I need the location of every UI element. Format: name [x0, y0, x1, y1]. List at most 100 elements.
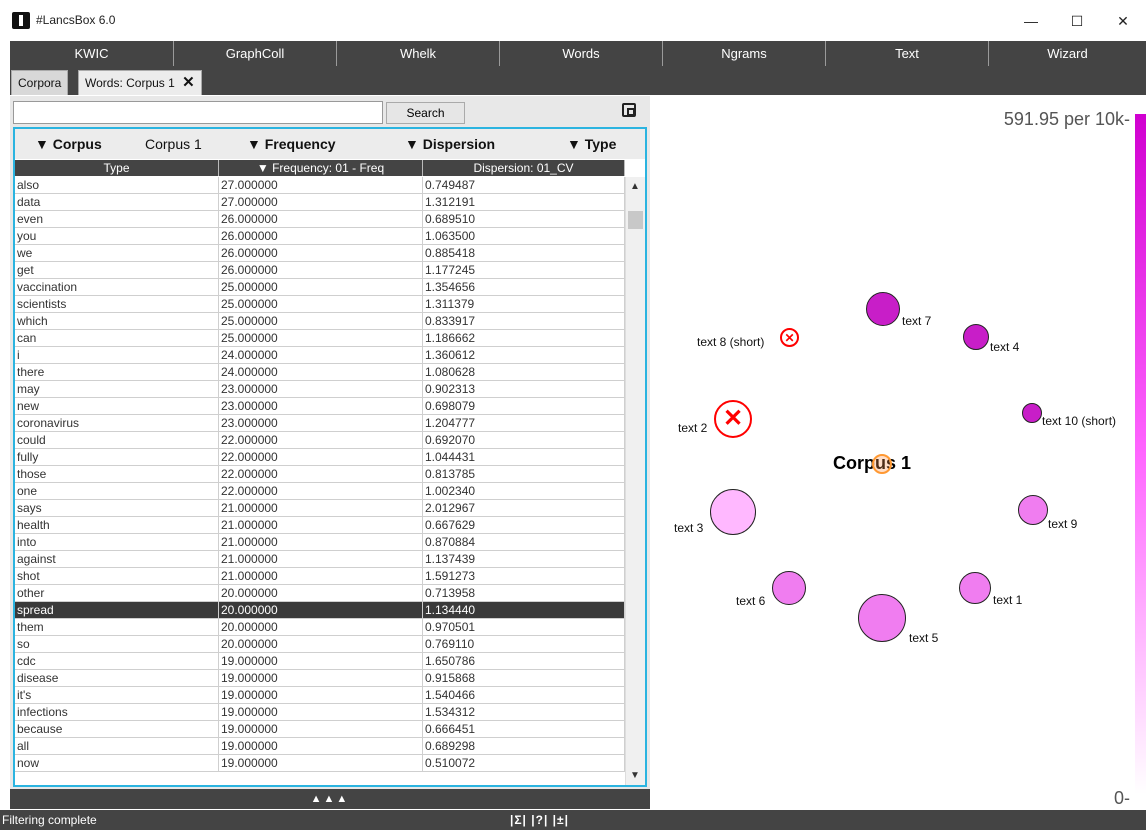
search-input[interactable]	[13, 101, 383, 124]
collapse-bar[interactable]: ▲▲▲	[10, 789, 650, 809]
table-row[interactable]: scientists 25.000000 1.311379	[15, 296, 625, 313]
menu-text[interactable]: Text	[826, 41, 989, 66]
table-row[interactable]: them 20.000000 0.970501	[15, 619, 625, 636]
frequency-cell: 20.000000	[219, 602, 423, 618]
table-row[interactable]: coronavirus 23.000000 1.204777	[15, 415, 625, 432]
table-row[interactable]: now 19.000000 0.510072	[15, 755, 625, 772]
table-header: Type ▼ Frequency: 01 - Freq Dispersion: …	[15, 160, 625, 176]
dispersion-cell: 0.870884	[423, 534, 625, 550]
text-node[interactable]	[858, 594, 906, 642]
corpus-filter-dropdown[interactable]: ▼ Corpus	[35, 136, 102, 152]
table-row[interactable]: could 22.000000 0.692070	[15, 432, 625, 449]
type-cell: it's	[15, 687, 219, 703]
text-node[interactable]	[1022, 403, 1042, 423]
type-cell: so	[15, 636, 219, 652]
table-row[interactable]: against 21.000000 1.137439	[15, 551, 625, 568]
table-row[interactable]: vaccination 25.000000 1.354656	[15, 279, 625, 296]
table-row[interactable]: those 22.000000 0.813785	[15, 466, 625, 483]
close-window-button[interactable]: ✕	[1100, 6, 1146, 36]
title-bar: #LancsBox 6.0 — ☐ ✕	[0, 0, 1146, 40]
frequency-cell: 27.000000	[219, 177, 423, 193]
table-row[interactable]: cdc 19.000000 1.650786	[15, 653, 625, 670]
scroll-down-icon[interactable]: ▼	[630, 770, 640, 781]
search-button[interactable]: Search	[386, 102, 465, 124]
table-row[interactable]: shot 21.000000 1.591273	[15, 568, 625, 585]
minimize-button[interactable]: —	[1008, 6, 1054, 36]
text-node-label: text 10 (short)	[1042, 414, 1117, 428]
text-node[interactable]	[772, 571, 806, 605]
column-header-frequency[interactable]: ▼ Frequency: 01 - Freq	[219, 160, 423, 176]
table-row[interactable]: we 26.000000 0.885418	[15, 245, 625, 262]
type-cell: them	[15, 619, 219, 635]
table-row[interactable]: it's 19.000000 1.540466	[15, 687, 625, 704]
frequency-cell: 23.000000	[219, 398, 423, 414]
scroll-up-icon[interactable]: ▲	[630, 181, 640, 192]
table-row[interactable]: so 20.000000 0.769110	[15, 636, 625, 653]
vertical-scrollbar[interactable]: ▲ ▼	[625, 177, 645, 785]
corpus-center-node[interactable]	[872, 454, 892, 474]
text-node[interactable]	[1018, 495, 1048, 525]
table-row[interactable]: may 23.000000 0.902313	[15, 381, 625, 398]
window-title: #LancsBox 6.0	[36, 13, 116, 27]
maximize-button[interactable]: ☐	[1054, 6, 1100, 36]
frequency-cell: 26.000000	[219, 262, 423, 278]
text-node[interactable]	[959, 572, 991, 604]
table-row[interactable]: infections 19.000000 1.534312	[15, 704, 625, 721]
table-row[interactable]: one 22.000000 1.002340	[15, 483, 625, 500]
text-node[interactable]	[866, 292, 900, 326]
type-cell: get	[15, 262, 219, 278]
tab-corpora-label: Corpora	[18, 76, 62, 90]
tab-corpora[interactable]: Corpora	[11, 70, 69, 95]
menu-ngrams[interactable]: Ngrams	[663, 41, 826, 66]
column-header-type[interactable]: Type	[15, 160, 219, 176]
table-row[interactable]: health 21.000000 0.667629	[15, 517, 625, 534]
table-row[interactable]: new 23.000000 0.698079	[15, 398, 625, 415]
column-header-dispersion[interactable]: Dispersion: 01_CV	[423, 160, 625, 176]
frequency-cell: 26.000000	[219, 211, 423, 227]
table-row[interactable]: other 20.000000 0.713958	[15, 585, 625, 602]
scale-max-label: 591.95 per 10k-	[1003, 109, 1130, 129]
dispersion-cell: 1.063500	[423, 228, 625, 244]
table-row[interactable]: all 19.000000 0.689298	[15, 738, 625, 755]
menu-whelk[interactable]: Whelk	[337, 41, 500, 66]
text-node[interactable]	[710, 489, 756, 535]
words-panel: Search ▼ Corpus Corpus 1 ▼ Frequency ▼ D…	[10, 96, 650, 809]
scale-min-label: 0-	[1113, 788, 1130, 808]
table-row[interactable]: says 21.000000 2.012967	[15, 500, 625, 517]
excluded-text-icon[interactable]: ✕	[780, 328, 799, 347]
table-row[interactable]: can 25.000000 1.186662	[15, 330, 625, 347]
menu-wizard[interactable]: Wizard	[989, 41, 1146, 66]
type-filter-dropdown[interactable]: ▼ Type	[567, 136, 616, 152]
table-row[interactable]: because 19.000000 0.666451	[15, 721, 625, 738]
dispersion-cell: 0.915868	[423, 670, 625, 686]
dispersion-cell: 0.689510	[423, 211, 625, 227]
frequency-filter-dropdown[interactable]: ▼ Frequency	[247, 136, 336, 152]
type-cell: health	[15, 517, 219, 533]
text-node[interactable]	[963, 324, 989, 350]
table-row[interactable]: you 26.000000 1.063500	[15, 228, 625, 245]
dispersion-filter-dropdown[interactable]: ▼ Dispersion	[405, 136, 495, 152]
status-tool-icons[interactable]: |Σ| |?| |±|	[510, 810, 569, 830]
table-row[interactable]: even 26.000000 0.689510	[15, 211, 625, 228]
type-cell: data	[15, 194, 219, 210]
table-row[interactable]: also 27.000000 0.749487	[15, 177, 625, 194]
menu-kwic[interactable]: KWIC	[10, 41, 174, 66]
excluded-text-icon[interactable]: ✕	[714, 400, 752, 438]
dispersion-cell: 0.666451	[423, 721, 625, 737]
tab-close-icon[interactable]: ✕	[182, 74, 195, 91]
table-row[interactable]: get 26.000000 1.177245	[15, 262, 625, 279]
table-row[interactable]: data 27.000000 1.312191	[15, 194, 625, 211]
menu-words[interactable]: Words	[500, 41, 663, 66]
tab-words-corpus-1[interactable]: Words: Corpus 1 ✕	[78, 70, 202, 95]
menu-graphcoll[interactable]: GraphColl	[174, 41, 337, 66]
export-icon[interactable]	[622, 103, 636, 117]
table-row[interactable]: disease 19.000000 0.915868	[15, 670, 625, 687]
table-row[interactable]: there 24.000000 1.080628	[15, 364, 625, 381]
table-row[interactable]: which 25.000000 0.833917	[15, 313, 625, 330]
table-row[interactable]: spread 20.000000 1.134440	[15, 602, 625, 619]
table-row[interactable]: i 24.000000 1.360612	[15, 347, 625, 364]
table-row[interactable]: into 21.000000 0.870884	[15, 534, 625, 551]
table-row[interactable]: fully 22.000000 1.044431	[15, 449, 625, 466]
scroll-thumb[interactable]	[628, 211, 643, 229]
frequency-cell: 19.000000	[219, 721, 423, 737]
